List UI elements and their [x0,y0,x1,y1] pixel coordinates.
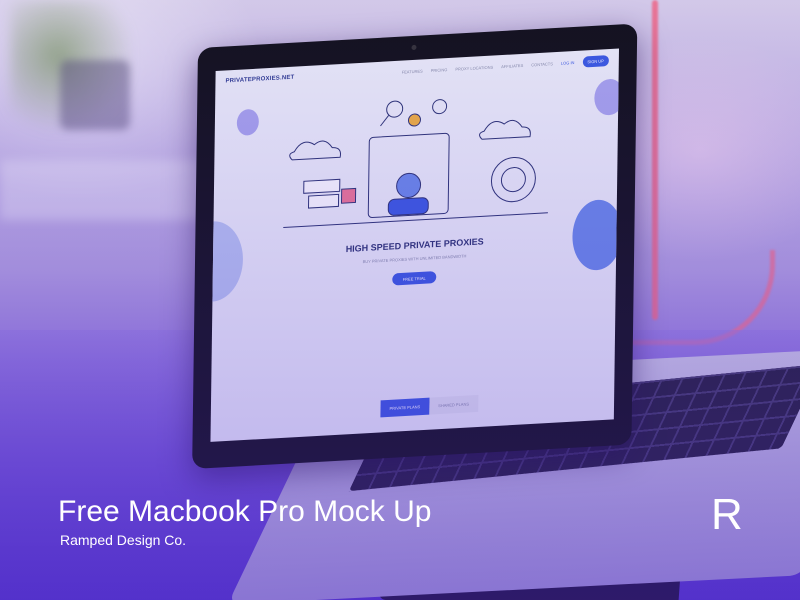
plan-tabs: PRIVATE PLANS SHARED PLANS [380,394,479,418]
decor-circle-top-right [594,78,620,116]
nav-link-locations[interactable]: PROXY LOCATIONS [455,64,493,71]
laptop-lid: PRIVATEPROXIES.NET FEATURES PRICING PROX… [192,23,638,469]
brand-logo: R [711,490,743,539]
tab-private-plans[interactable]: PRIVATE PLANS [380,397,430,418]
caption-subtitle: Ramped Design Co. [60,532,187,548]
gear-small-icon [432,99,448,115]
login-link[interactable]: LOG IN [561,60,575,66]
magnifier-icon [386,100,404,118]
website-logo[interactable]: PRIVATEPROXIES.NET [225,75,294,85]
signup-button[interactable]: SIGN UP [582,54,609,68]
window-card-1 [303,178,341,194]
hero-illustration [283,99,548,229]
tab-shared-plans[interactable]: SHARED PLANS [429,394,479,415]
person-head [396,172,422,199]
decor-circle-left [210,219,244,304]
mockup-scene: PRIVATEPROXIES.NET FEATURES PRICING PROX… [0,0,800,600]
free-trial-button[interactable]: FREE TRIAL [392,271,437,286]
font-card [340,187,357,204]
cloud-right-icon [479,119,531,140]
caption-title: Free Macbook Pro Mock Up [58,495,432,528]
cloud-left-icon [289,140,341,161]
decor-circle-top-left [236,108,260,136]
nav-link-affiliates[interactable]: AFFILIATES [501,62,523,68]
magnifier-handle [380,115,389,127]
nav-link-contacts[interactable]: CONTACTS [531,61,553,67]
gear-large-icon [490,157,536,203]
laptop-screen: PRIVATEPROXIES.NET FEATURES PRICING PROX… [210,48,620,442]
nav-link-features[interactable]: FEATURES [402,68,423,74]
background-pot [60,60,130,130]
nav-link-pricing[interactable]: PRICING [431,67,448,73]
window-card-2 [307,193,340,209]
gear-large-hub [500,167,526,193]
lightbulb-icon [407,113,421,127]
webcam [411,44,417,51]
person-body [387,197,429,216]
nav-links: FEATURES PRICING PROXY LOCATIONS AFFILIA… [402,54,609,78]
